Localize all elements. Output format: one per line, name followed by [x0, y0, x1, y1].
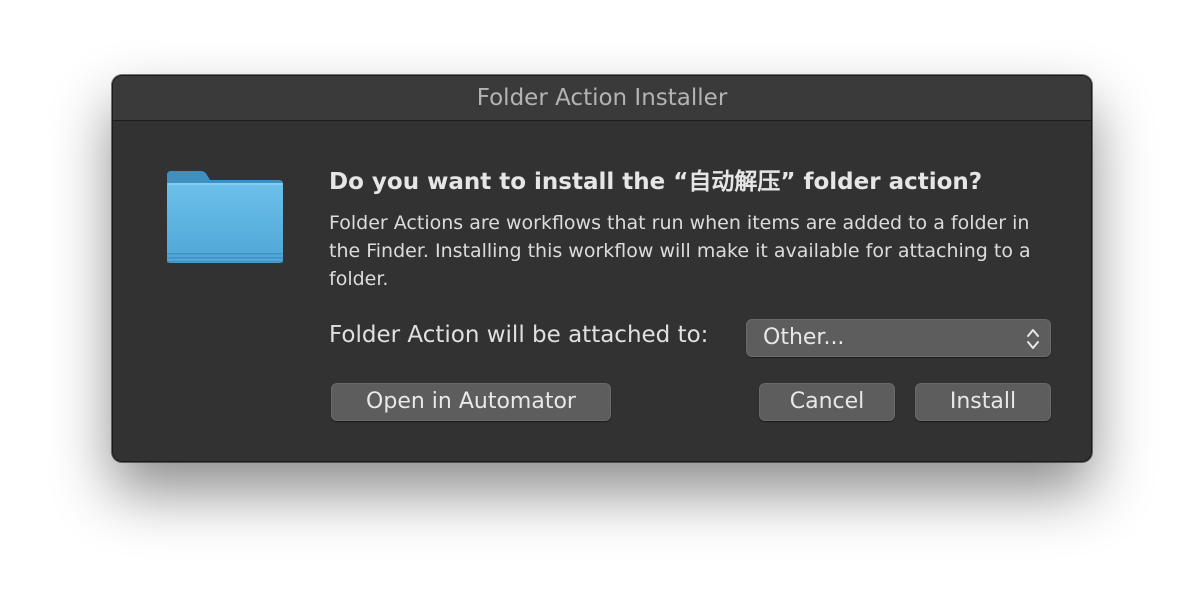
folder-icon — [167, 171, 283, 263]
dialog-body-text: Folder Actions are workflows that run wh… — [329, 212, 1031, 290]
install-button[interactable]: Install — [915, 383, 1051, 421]
open-in-automator-button[interactable]: Open in Automator — [331, 383, 611, 421]
up-down-chevron-icon — [1027, 329, 1039, 349]
dialog-heading: Do you want to install the “自动解压” folder… — [329, 169, 983, 195]
desktop-stage: Folder Action Installer Do you want to i… — [0, 0, 1204, 610]
attach-to-popup-value: Other... — [763, 325, 845, 350]
attach-to-label: Folder Action will be attached to: — [329, 322, 709, 348]
installer-dialog-window: Folder Action Installer Do you want to i… — [112, 75, 1092, 462]
window-title: Folder Action Installer — [476, 85, 728, 111]
cancel-button[interactable]: Cancel — [759, 383, 895, 421]
attach-to-popup[interactable]: Other... — [746, 319, 1051, 357]
title-bar[interactable]: Folder Action Installer — [113, 76, 1091, 121]
